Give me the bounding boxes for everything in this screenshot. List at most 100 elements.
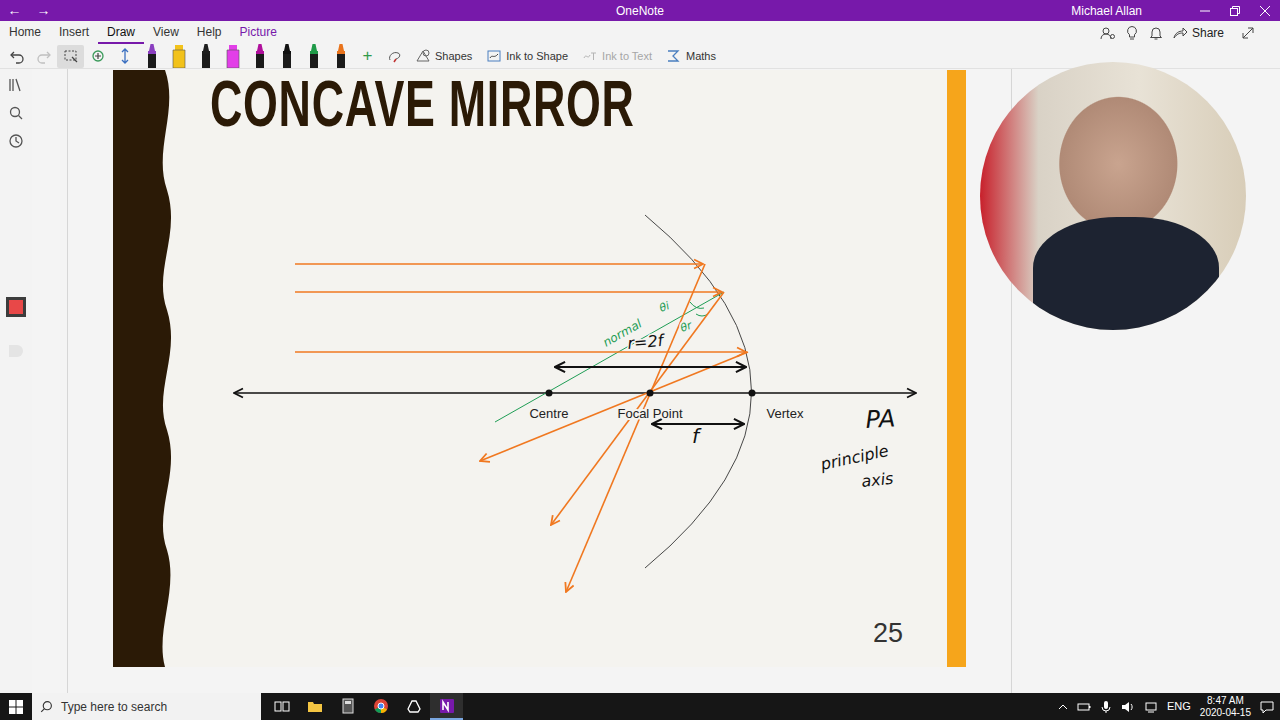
taskbar-app[interactable] (265, 693, 298, 720)
command-icon (666, 48, 682, 64)
tab-label: Help (197, 23, 222, 41)
command-button: Ink to Text (575, 48, 659, 65)
ribbon-tab[interactable]: Insert (50, 21, 98, 44)
ink-annotation[interactable]: normal (601, 316, 645, 349)
windows-icon (9, 700, 23, 714)
start-button[interactable] (0, 693, 32, 720)
ink-annotation[interactable]: r=2f (627, 331, 667, 353)
command-button[interactable]: Shapes (408, 48, 479, 65)
taskbar-app[interactable] (430, 693, 463, 720)
point-label: Vertex (767, 406, 804, 421)
ribbon-tab[interactable]: Picture (231, 21, 286, 44)
network-icon[interactable] (1144, 700, 1158, 714)
undo-button[interactable] (3, 45, 30, 68)
ink-annotation[interactable]: PA (865, 404, 896, 434)
panel-tab[interactable] (9, 345, 23, 357)
ribbon-tabs: Home Insert Draw View Help Picture Share (0, 21, 1280, 44)
expand-icon[interactable] (1240, 25, 1256, 41)
pen-button[interactable] (192, 44, 219, 68)
taskbar-app[interactable] (397, 693, 430, 720)
pen-icon (280, 44, 294, 68)
taskbar-app[interactable] (331, 693, 364, 720)
add-pen-button[interactable]: + (354, 45, 381, 68)
move-button[interactable] (111, 45, 138, 68)
redo-button[interactable] (30, 45, 57, 68)
taskbar: Type here to search ENG 8:47 AM 2020-04-… (0, 693, 1280, 720)
redo-icon (36, 48, 52, 64)
microphone-icon[interactable] (1100, 700, 1112, 714)
angle-arc (690, 302, 704, 308)
ribbon-tab[interactable]: Draw (98, 21, 144, 44)
space-icon (90, 48, 106, 64)
title-bar: ← → OneNote Michael Allan (0, 0, 1280, 21)
highlighter-button[interactable] (219, 44, 246, 68)
ink-annotation[interactable]: θi (658, 299, 672, 315)
ribbon-tab[interactable]: Home (0, 21, 50, 44)
bell-icon[interactable] (1148, 25, 1164, 41)
command-icon (486, 48, 502, 64)
mirror-diagram: CentreFocal PointVertexnormalθiθrr=2ffPA… (113, 70, 966, 667)
webcam-video (980, 62, 1246, 330)
speaker-icon[interactable] (1121, 700, 1135, 714)
space-button[interactable] (84, 45, 111, 68)
taskbar-app[interactable] (364, 693, 397, 720)
pen-button[interactable] (300, 44, 327, 68)
command-button[interactable]: Maths (659, 48, 723, 65)
pen-button[interactable] (138, 44, 165, 68)
lasso-convert-icon[interactable] (381, 45, 408, 68)
pen-button[interactable] (327, 44, 354, 68)
share-button[interactable]: Share (1172, 24, 1224, 42)
ribbon-tab[interactable]: Help (188, 21, 231, 44)
close-icon[interactable] (1250, 0, 1280, 21)
command-label: Ink to Text (602, 48, 652, 65)
pen-button[interactable] (273, 44, 300, 68)
ink-annotation[interactable]: principle (818, 441, 891, 474)
back-button[interactable]: ← (0, 0, 29, 21)
side-rail (0, 69, 32, 693)
sync-icon[interactable] (1100, 25, 1116, 41)
lasso-button[interactable] (57, 45, 84, 68)
reflected-ray (480, 352, 748, 461)
highlighter-icon (226, 44, 240, 68)
clock[interactable]: 8:47 AM 2020-04-15 (1200, 695, 1251, 718)
search-icon[interactable] (8, 105, 24, 121)
language-indicator[interactable]: ENG (1167, 698, 1191, 715)
command-icon (582, 48, 598, 64)
minimize-icon[interactable] (1190, 0, 1220, 21)
incident-ray (295, 291, 722, 293)
ribbon-tab[interactable]: View (144, 21, 188, 44)
reflected-ray (551, 292, 724, 525)
command-label: Shapes (435, 48, 472, 65)
search-icon (40, 700, 53, 713)
command-button[interactable]: Ink to Shape (479, 48, 575, 65)
taskbar-app[interactable] (298, 693, 331, 720)
ink-annotation[interactable]: axis (860, 469, 894, 491)
tab-label: Insert (59, 23, 89, 41)
slide-image: CONCAVE MIRROR 25 CentreFocal PointVerte… (113, 70, 966, 667)
focal-length-arrow (652, 423, 744, 425)
user-name[interactable]: Michael Allan (1071, 2, 1142, 20)
ink-annotation[interactable]: θr (679, 318, 695, 335)
tab-label: View (153, 23, 179, 41)
battery-icon[interactable] (1077, 700, 1091, 714)
notebooks-icon[interactable] (8, 77, 24, 93)
forward-button[interactable]: → (29, 0, 58, 21)
restore-icon[interactable] (1220, 0, 1250, 21)
notifications-icon[interactable] (1260, 700, 1274, 714)
ink-annotation[interactable]: f (692, 424, 702, 448)
chevron-up-icon[interactable] (1058, 702, 1068, 712)
recent-icon[interactable] (8, 133, 24, 149)
lightbulb-icon[interactable] (1124, 25, 1140, 41)
highlighter-button[interactable] (165, 44, 192, 68)
incident-ray (295, 263, 703, 265)
axis-point (647, 390, 654, 397)
pen-icon (334, 44, 348, 68)
pen-button[interactable] (246, 44, 273, 68)
angle-arc (696, 314, 708, 316)
taskbar-search[interactable]: Type here to search (32, 693, 261, 720)
point-label: Centre (529, 406, 568, 421)
normal-line (495, 292, 724, 422)
record-button[interactable] (6, 297, 26, 317)
reflected-ray (566, 264, 705, 592)
system-tray: ENG 8:47 AM 2020-04-15 (1058, 693, 1280, 720)
